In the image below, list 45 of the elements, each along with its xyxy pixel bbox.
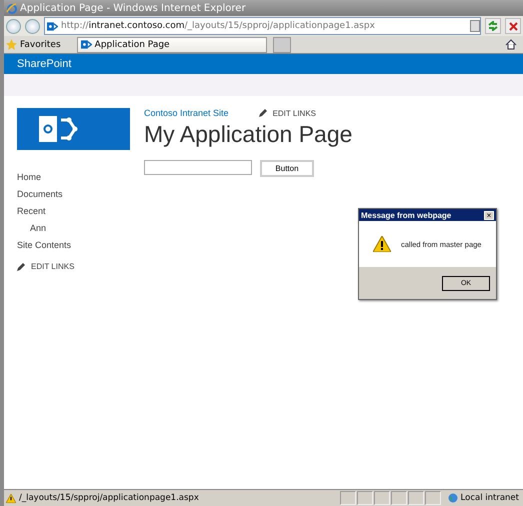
zone-label: Local intranet [460,493,519,503]
status-pane [356,491,373,505]
suite-title[interactable]: SharePoint [17,58,72,70]
status-pane [340,491,356,505]
text-field[interactable] [144,160,252,175]
page-title: My Application Page [144,121,352,148]
site-link[interactable]: Contoso Intranet Site [144,108,229,118]
stop-button[interactable] [505,18,521,34]
status-text: /_layouts/15/spproj/applicationpage1.aspx [19,493,200,503]
nav-link[interactable]: Ann [17,220,130,237]
warning-icon [6,494,16,502]
browser-tab[interactable]: Application Page [76,36,267,52]
nav-link[interactable]: Site Contents [17,237,130,254]
site-logo[interactable] [17,108,130,150]
refresh-button[interactable] [485,18,501,34]
forward-button[interactable] [25,18,40,34]
star-icon [6,39,17,50]
submit-button[interactable]: Button [260,160,314,177]
edit-links-link[interactable]: EDIT LINKS [31,262,74,271]
status-pane [408,491,424,505]
site-icon [47,20,58,32]
status-pane [424,491,441,505]
close-button[interactable]: × [484,210,494,220]
warning-icon [373,236,391,252]
globe-icon [448,493,458,503]
window-title: Application Page - Windows Internet Explorer [20,2,246,14]
status-pane [390,491,407,505]
nav-link[interactable]: Recent [17,203,130,220]
pencil-icon [17,262,25,270]
address-field[interactable]: http://intranet.contoso.com/_layouts/15/spproj/applicationpage1.aspx [44,17,481,35]
favorites-button[interactable]: Favorites [6,39,71,50]
edit-links-link[interactable]: EDIT LINKS [272,108,316,118]
refresh-icon [488,21,498,31]
dialog-title: Message from webpage [361,210,452,220]
pencil-icon [258,109,267,117]
browser-icon [6,2,17,14]
nav-link[interactable]: Documents [17,186,130,203]
site-icon [80,39,92,50]
new-tab-button[interactable] [272,36,291,52]
status-pane [374,491,390,505]
dropdown-button[interactable] [470,20,480,32]
nav-link[interactable]: Home [17,169,130,186]
home-icon[interactable] [505,39,517,50]
back-button[interactable] [6,18,21,34]
stop-icon [508,22,518,30]
